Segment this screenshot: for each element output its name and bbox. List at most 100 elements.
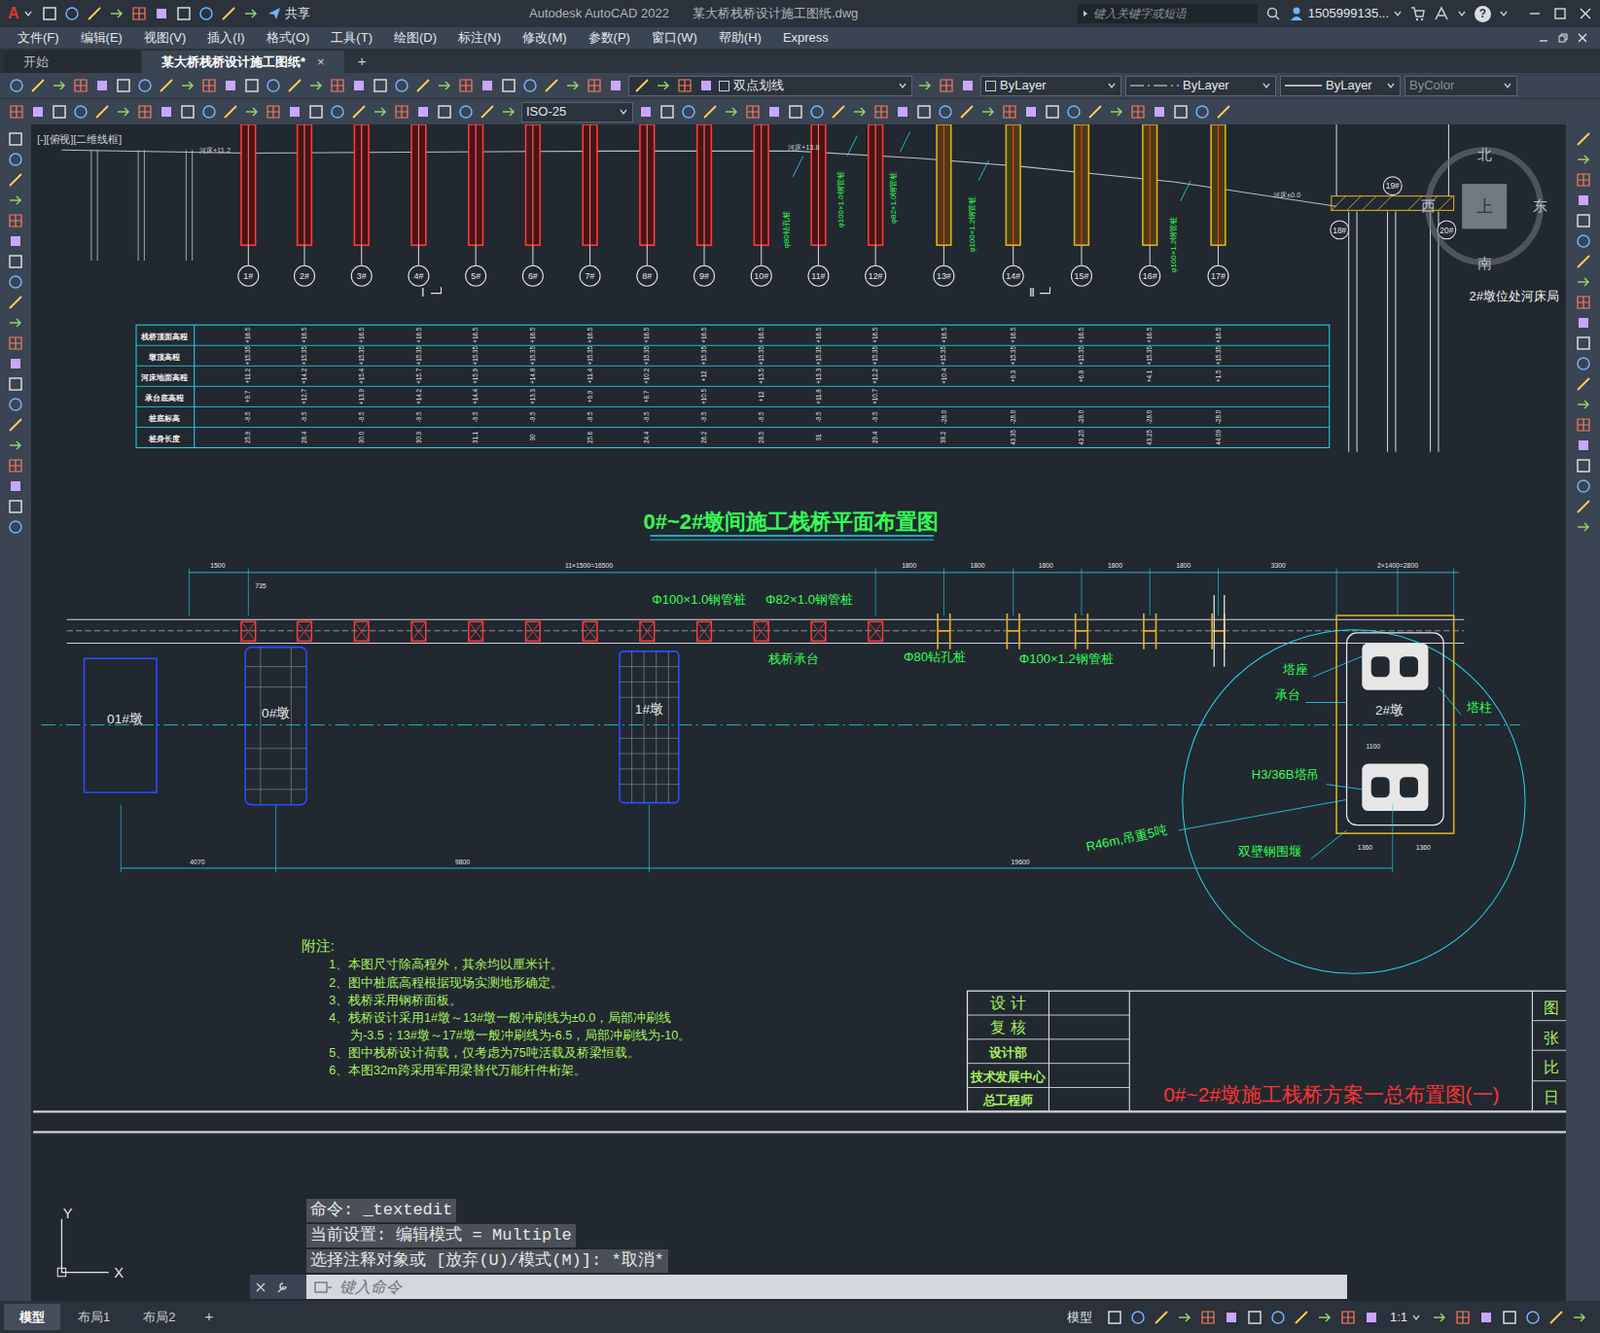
tool-icon[interactable] [6, 212, 25, 230]
tool-icon[interactable] [371, 76, 390, 95]
tool-icon[interactable] [1175, 1309, 1194, 1327]
tool-icon[interactable] [6, 273, 25, 291]
tool-icon[interactable] [178, 103, 197, 121]
tool-icon[interactable] [50, 103, 69, 121]
tool-icon[interactable] [328, 76, 347, 95]
tool-icon[interactable] [243, 103, 261, 121]
command-input[interactable]: 键入命令 [306, 1275, 1348, 1300]
tool-icon[interactable] [1222, 1309, 1241, 1327]
doc-close-icon[interactable] [1576, 32, 1589, 44]
tool-icon[interactable] [808, 103, 826, 121]
tool-icon[interactable] [1022, 103, 1040, 121]
linetype-dropdown[interactable]: ByLayer [1125, 75, 1277, 97]
tool-icon[interactable] [6, 314, 25, 332]
maximize-icon[interactable] [1553, 6, 1567, 21]
tool-icon[interactable] [697, 76, 715, 95]
tool-icon[interactable] [114, 103, 133, 121]
tool-icon[interactable] [1574, 375, 1593, 393]
menu-item[interactable]: 绘图(D) [393, 28, 437, 48]
help-button[interactable]: ? [1474, 5, 1492, 23]
tool-icon[interactable] [701, 103, 719, 121]
tool-icon[interactable] [7, 103, 26, 121]
tool-icon[interactable] [1574, 232, 1593, 250]
viewport-label[interactable]: [-][俯视][二维线框] [36, 133, 122, 145]
tool-icon[interactable] [6, 150, 25, 169]
tool-icon[interactable] [71, 76, 90, 95]
space-toggle[interactable]: 模型 [1059, 1306, 1101, 1330]
tool-icon[interactable] [200, 103, 218, 121]
tool-icon[interactable] [937, 76, 956, 95]
tool-icon[interactable] [499, 76, 518, 95]
tool-icon[interactable] [1547, 1309, 1565, 1327]
tool-icon[interactable] [152, 4, 171, 23]
tool-icon[interactable] [786, 103, 805, 121]
tool-icon[interactable] [457, 103, 475, 121]
tool-icon[interactable] [1214, 103, 1233, 121]
tool-icon[interactable] [936, 103, 955, 121]
tool-icon[interactable] [1339, 1309, 1357, 1327]
tool-icon[interactable] [521, 76, 539, 95]
annotation-scale[interactable]: 1:1 [1386, 1308, 1425, 1328]
tool-icon[interactable] [1570, 1309, 1589, 1327]
tool-icon[interactable] [1199, 1309, 1217, 1327]
tool-icon[interactable] [872, 103, 890, 121]
tool-icon[interactable] [6, 355, 25, 373]
tool-icon[interactable] [243, 76, 261, 95]
doc-minimize-icon[interactable] [1537, 32, 1550, 44]
tool-icon[interactable] [744, 103, 762, 121]
cart-icon[interactable] [1410, 5, 1426, 22]
tool-icon[interactable] [93, 103, 111, 121]
document-tab[interactable]: 某大桥栈桥设计施工图纸*× [142, 50, 345, 73]
tool-icon[interactable] [307, 76, 325, 95]
tool-icon[interactable] [959, 76, 977, 95]
tool-icon[interactable] [1574, 355, 1593, 373]
close-icon[interactable] [1578, 6, 1593, 21]
app-menu-button[interactable]: A [7, 1, 34, 26]
tool-icon[interactable] [197, 4, 215, 23]
tool-icon[interactable] [350, 76, 368, 95]
search-box[interactable]: 键入关键字或短语 [1077, 3, 1258, 24]
search-icon[interactable] [1265, 5, 1281, 22]
tool-icon[interactable] [6, 232, 25, 250]
menu-item[interactable]: 工具(T) [330, 28, 373, 48]
tab-close[interactable]: × [317, 52, 325, 72]
tool-icon[interactable] [371, 103, 390, 121]
tool-icon[interactable] [435, 103, 454, 121]
tool-icon[interactable] [7, 76, 26, 95]
tool-icon[interactable] [851, 103, 869, 121]
menu-item[interactable]: 帮助(H) [718, 28, 762, 48]
tool-icon[interactable] [1292, 1309, 1311, 1327]
tool-icon[interactable] [1152, 1309, 1171, 1327]
tool-icon[interactable] [679, 103, 698, 121]
drawing-canvas[interactable]: [-][俯视][二维线框]1#2#3#4#5#6#7#8#9#10#11#12#… [31, 124, 1566, 1302]
tool-icon[interactable] [1574, 314, 1593, 332]
tool-icon[interactable] [1574, 457, 1593, 475]
layout-tab[interactable]: 布局1 [62, 1304, 126, 1332]
tool-icon[interactable] [916, 76, 934, 95]
tool-icon[interactable] [1245, 1309, 1264, 1327]
tool-icon[interactable] [29, 103, 47, 121]
tool-icon[interactable] [40, 4, 59, 23]
tool-icon[interactable] [1193, 103, 1211, 121]
new-tab-button[interactable]: + [346, 50, 379, 73]
tool-icon[interactable] [1362, 1309, 1381, 1327]
tool-icon[interactable] [1574, 273, 1593, 291]
tool-icon[interactable] [915, 103, 933, 121]
tool-icon[interactable] [585, 76, 604, 95]
tool-icon[interactable] [85, 4, 104, 23]
tool-icon[interactable] [6, 497, 25, 516]
layer-dropdown[interactable]: 双点划线 [628, 75, 913, 97]
menu-item[interactable]: 插入(I) [207, 28, 245, 48]
tool-icon[interactable] [1477, 1309, 1495, 1327]
tool-icon[interactable] [1500, 1309, 1519, 1327]
tool-icon[interactable] [285, 76, 304, 95]
tool-icon[interactable] [1086, 103, 1104, 121]
close-command-icon[interactable] [253, 1280, 268, 1295]
tool-icon[interactable] [50, 76, 69, 95]
tool-icon[interactable] [1105, 1309, 1124, 1327]
tool-icon[interactable] [1574, 518, 1593, 536]
tool-icon[interactable] [6, 334, 25, 353]
tool-icon[interactable] [1574, 293, 1593, 312]
tool-icon[interactable] [1315, 1309, 1334, 1327]
tool-icon[interactable] [178, 76, 197, 95]
